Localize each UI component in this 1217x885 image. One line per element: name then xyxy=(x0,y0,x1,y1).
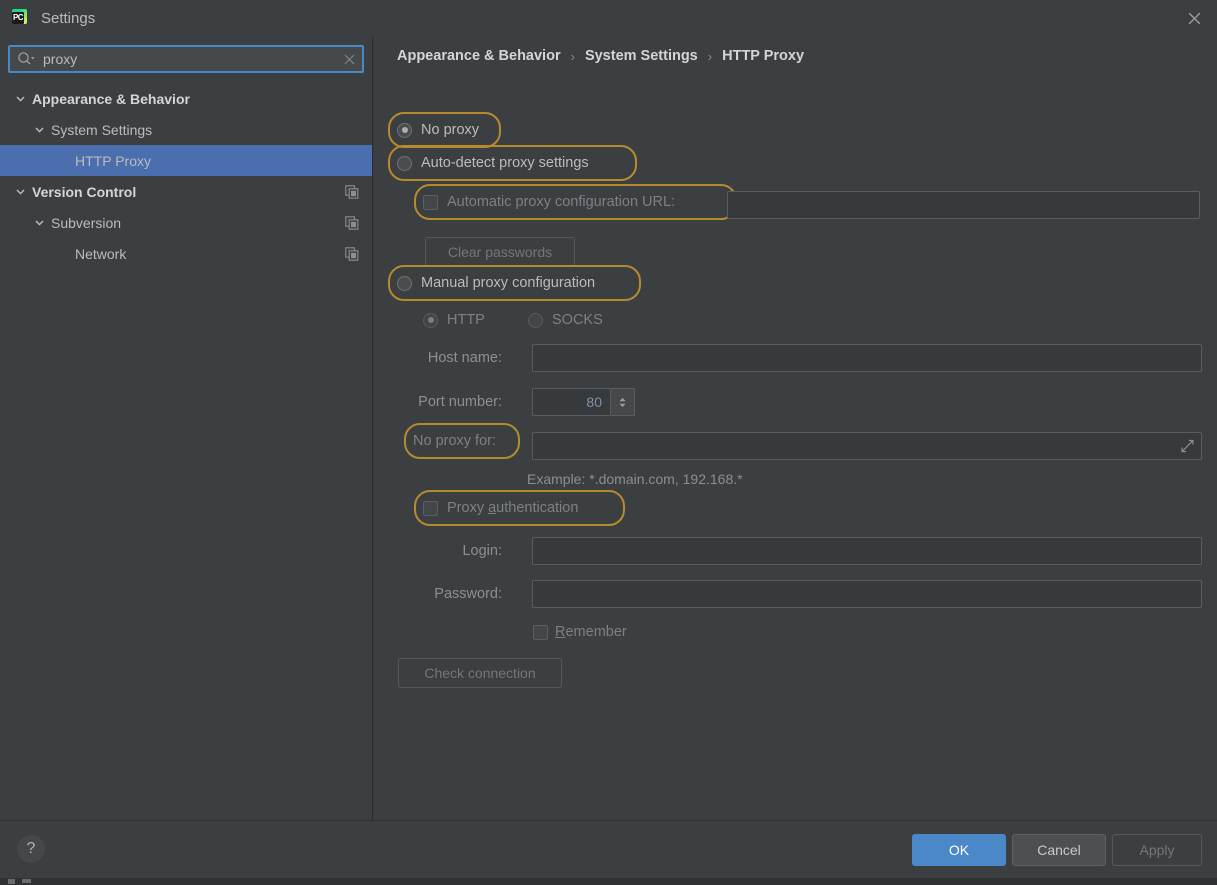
manual-proxy-option[interactable]: Manual proxy configuration xyxy=(388,265,641,301)
example-text: Example: *.domain.com, 192.168.* xyxy=(527,471,743,487)
chevron-down-icon[interactable] xyxy=(14,92,27,105)
http-radio[interactable] xyxy=(423,312,438,328)
sidebar: Appearance & Behavior System Settings HT… xyxy=(0,37,373,820)
socks-label: SOCKS xyxy=(552,312,603,328)
apply-button[interactable]: Apply xyxy=(1112,834,1202,866)
chevron-down-icon[interactable] xyxy=(14,185,27,198)
remember-label: Remember xyxy=(555,624,627,640)
http-label: HTTP xyxy=(447,312,485,328)
breadcrumb-item-0[interactable]: Appearance & Behavior xyxy=(397,48,561,64)
password-input[interactable] xyxy=(532,580,1202,608)
port-number-stepper[interactable] xyxy=(611,388,635,416)
copy-icon[interactable] xyxy=(345,246,359,261)
window-title: Settings xyxy=(41,10,96,27)
breadcrumb-item-2: HTTP Proxy xyxy=(722,48,805,64)
sidebar-item-system-settings[interactable]: System Settings xyxy=(0,114,372,145)
socks-option[interactable]: SOCKS xyxy=(528,312,603,328)
auto-detect-option[interactable]: Auto-detect proxy settings xyxy=(388,145,637,181)
http-option[interactable]: HTTP xyxy=(423,312,485,328)
settings-tree: Appearance & Behavior System Settings HT… xyxy=(0,83,372,269)
no-proxy-for-row: No proxy for: xyxy=(404,423,520,459)
clear-passwords-button[interactable]: Clear passwords xyxy=(425,237,575,267)
no-proxy-for-label: No proxy for: xyxy=(413,433,496,449)
check-connection-button[interactable]: Check connection xyxy=(398,658,562,688)
search-container xyxy=(0,37,372,73)
no-proxy-label: No proxy xyxy=(421,122,480,138)
no-proxy-option[interactable]: No proxy xyxy=(388,112,501,148)
socks-radio[interactable] xyxy=(528,312,543,328)
no-proxy-for-input[interactable] xyxy=(532,432,1202,460)
sidebar-item-version-control[interactable]: Version Control xyxy=(0,176,372,207)
no-proxy-radio[interactable] xyxy=(397,122,412,138)
close-icon[interactable] xyxy=(1171,0,1217,37)
sidebar-item-network[interactable]: Network xyxy=(0,238,372,269)
copy-icon[interactable] xyxy=(345,184,359,199)
sidebar-item-http-proxy[interactable]: HTTP Proxy xyxy=(0,145,372,176)
manual-proxy-radio[interactable] xyxy=(397,275,412,291)
sidebar-item-subversion[interactable]: Subversion xyxy=(0,207,372,238)
sidebar-item-label: Subversion xyxy=(51,214,122,231)
sidebar-item-label: Appearance & Behavior xyxy=(32,90,190,107)
auto-config-url-row: Automatic proxy configuration URL: xyxy=(414,184,737,220)
title-bar: PC Settings xyxy=(0,0,1217,37)
host-name-input[interactable] xyxy=(532,344,1202,372)
sidebar-item-label: System Settings xyxy=(51,121,153,138)
auto-config-url-label: Automatic proxy configuration URL: xyxy=(447,194,676,210)
sidebar-item-label: Network xyxy=(75,245,127,262)
chevron-down-icon[interactable] xyxy=(33,123,46,136)
taskbar-icon xyxy=(8,879,15,884)
breadcrumb-separator: › xyxy=(570,48,575,64)
auto-detect-label: Auto-detect proxy settings xyxy=(421,155,589,171)
search-input[interactable] xyxy=(35,51,336,67)
proxy-auth-label: Proxy authentication xyxy=(447,500,579,516)
proxy-auth-checkbox[interactable] xyxy=(423,500,438,516)
port-number-label: Port number: xyxy=(418,394,502,410)
remember-row[interactable]: Remember xyxy=(533,624,627,640)
ok-button[interactable]: OK xyxy=(912,834,1006,866)
remember-checkbox[interactable] xyxy=(533,624,548,640)
dialog-footer: ? OK Cancel Apply xyxy=(0,820,1217,878)
no-proxy-for-field-wrap xyxy=(532,432,1202,460)
sidebar-item-label: HTTP Proxy xyxy=(75,152,151,169)
taskbar-artifact xyxy=(0,878,1217,885)
chevron-down-icon[interactable] xyxy=(33,216,46,229)
cancel-button[interactable]: Cancel xyxy=(1012,834,1106,866)
host-name-label: Host name: xyxy=(427,350,502,366)
sidebar-item-appearance-behavior[interactable]: Appearance & Behavior xyxy=(0,83,372,114)
sidebar-item-label: Version Control xyxy=(32,183,137,200)
search-box[interactable] xyxy=(8,45,364,73)
login-input[interactable] xyxy=(532,537,1202,565)
breadcrumb-item-1[interactable]: System Settings xyxy=(585,48,698,64)
breadcrumb: Appearance & Behavior › System Settings … xyxy=(374,37,1217,75)
search-icon[interactable] xyxy=(17,51,35,67)
breadcrumb-separator: › xyxy=(707,48,713,64)
auto-config-url-input[interactable] xyxy=(727,191,1200,219)
manual-proxy-label: Manual proxy configuration xyxy=(421,275,596,291)
auto-config-url-checkbox[interactable] xyxy=(423,194,438,210)
clear-icon[interactable] xyxy=(336,47,362,71)
settings-panel: Appearance & Behavior › System Settings … xyxy=(374,37,1217,820)
copy-icon[interactable] xyxy=(345,215,359,230)
auto-detect-radio[interactable] xyxy=(397,155,412,171)
pycharm-icon: PC xyxy=(9,8,29,29)
login-label: Login: xyxy=(462,543,502,559)
expand-icon[interactable] xyxy=(1181,439,1194,453)
port-number-input[interactable] xyxy=(532,388,611,416)
settings-dialog: PC Settings proxy Appearance & Behavior … xyxy=(0,0,1217,885)
help-icon[interactable]: ? xyxy=(17,835,45,863)
password-label: Password: xyxy=(434,586,502,602)
taskbar-icon xyxy=(22,879,31,883)
proxy-auth-row[interactable]: Proxy authentication xyxy=(414,490,625,526)
